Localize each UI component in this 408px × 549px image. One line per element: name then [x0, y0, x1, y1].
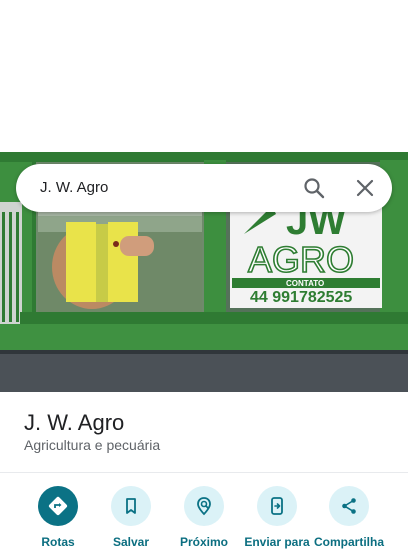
close-icon[interactable] — [353, 176, 377, 200]
search-bar[interactable]: J. W. Agro — [16, 164, 392, 212]
search-icon[interactable] — [302, 176, 326, 200]
share-label: Compartilha — [313, 535, 384, 549]
nearby-icon — [184, 486, 224, 526]
send-to-phone-icon — [257, 486, 297, 526]
action-bar: Rotas Salvar Próximo Enviar para Compart… — [0, 486, 408, 549]
search-input[interactable]: J. W. Agro — [40, 179, 108, 196]
share-icon — [329, 486, 369, 526]
share-button[interactable]: Compartilha — [309, 486, 389, 549]
place-category: Agricultura e pecuária — [24, 437, 161, 453]
place-title: J. W. Agro — [24, 410, 125, 435]
directions-icon — [38, 486, 78, 526]
bookmark-icon — [111, 486, 151, 526]
sign-contact-label: CONTATO — [286, 279, 324, 288]
divider — [0, 472, 408, 473]
sign-brand: AGRO — [248, 239, 354, 280]
sign-phone: 44 991782525 — [250, 289, 352, 306]
